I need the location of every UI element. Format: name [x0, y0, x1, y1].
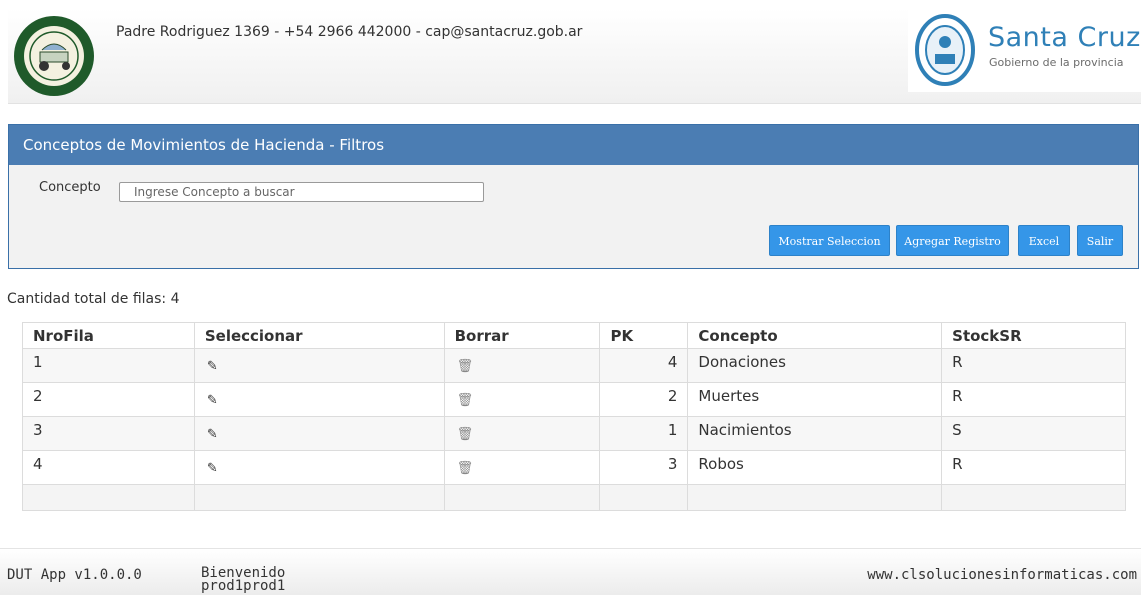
mostrar-seleccion-button[interactable]: Mostrar Seleccion	[769, 225, 890, 256]
edit-icon[interactable]: ✎	[207, 461, 218, 476]
cell-nrofila: 1	[22, 348, 195, 383]
column-header-concepto[interactable]: Concepto	[687, 322, 943, 349]
excel-button[interactable]: Excel	[1018, 225, 1070, 256]
concept-search-input[interactable]	[119, 182, 484, 202]
column-header-nrofila[interactable]: NroFila	[22, 322, 195, 349]
brand-subtitle: Gobierno de la provincia	[989, 56, 1124, 69]
table-header-row: NroFila Seleccionar Borrar PK Concepto S…	[22, 322, 1126, 349]
cell-borrar: 🗑	[443, 348, 601, 383]
cell-pk: 2	[599, 382, 689, 417]
welcome-user: Bienvenido prod1prod1	[201, 566, 286, 594]
cell-concepto: Muertes	[687, 382, 943, 417]
filters-panel: Conceptos de Movimientos de Hacienda - F…	[8, 124, 1139, 269]
cell-pk: 3	[599, 450, 689, 485]
cell-concepto: Nacimientos	[687, 416, 943, 451]
table-row: 3 ✎ 🗑 1 Nacimientos S	[22, 416, 1126, 451]
edit-icon[interactable]: ✎	[207, 359, 218, 374]
column-header-seleccionar[interactable]: Seleccionar	[193, 322, 445, 349]
santa-cruz-logo: Santa Cruz Gobierno de la provincia	[908, 8, 1141, 92]
concept-label: Concepto	[39, 180, 101, 195]
column-header-stocksr[interactable]: StockSR	[941, 322, 1126, 349]
cell-seleccionar: ✎	[193, 450, 445, 485]
column-header-pk[interactable]: PK	[599, 322, 689, 349]
cell-stocksr: R	[941, 450, 1126, 485]
agregar-registro-button[interactable]: Agregar Registro	[896, 225, 1009, 256]
cell-stocksr: R	[941, 348, 1126, 383]
trash-icon[interactable]: 🗑	[457, 393, 474, 408]
cell-concepto: Donaciones	[687, 348, 943, 383]
cell-pk: 4	[599, 348, 689, 383]
cell-seleccionar: ✎	[193, 348, 445, 383]
concepts-table: NroFila Seleccionar Borrar PK Concepto S…	[22, 322, 1126, 511]
cell-seleccionar: ✎	[193, 416, 445, 451]
user-name: prod1prod1	[201, 578, 286, 594]
page-footer: DUT App v1.0.0.0 Bienvenido prod1prod1 w…	[0, 548, 1141, 595]
cell-seleccionar: ✎	[193, 382, 445, 417]
cell-borrar: 🗑	[443, 450, 601, 485]
trash-icon[interactable]: 🗑	[457, 427, 474, 442]
cell-borrar: 🗑	[443, 416, 601, 451]
app-version: DUT App v1.0.0.0	[7, 567, 142, 583]
cell-stocksr: R	[941, 382, 1126, 417]
consejo-agrario-logo	[12, 14, 96, 98]
cell-borrar: 🗑	[443, 382, 601, 417]
province-shield-icon	[915, 14, 975, 86]
company-website-link[interactable]: www.clsolucionesinformaticas.com	[867, 567, 1137, 583]
column-header-borrar[interactable]: Borrar	[443, 322, 601, 349]
trash-icon[interactable]: 🗑	[457, 461, 474, 476]
edit-icon[interactable]: ✎	[207, 393, 218, 408]
panel-title: Conceptos de Movimientos de Hacienda - F…	[9, 125, 1138, 165]
brand-name: Santa Cruz	[988, 22, 1141, 53]
page-header: Padre Rodriguez 1369 - +54 2966 442000 -…	[8, 8, 1141, 104]
cell-nrofila: 4	[22, 450, 195, 485]
total-rows-count: Cantidad total de filas: 4	[7, 291, 180, 307]
table-row: 2 ✎ 🗑 2 Muertes R	[22, 382, 1126, 417]
cell-nrofila: 3	[22, 416, 195, 451]
salir-button[interactable]: Salir	[1077, 225, 1123, 256]
trash-icon[interactable]: 🗑	[457, 359, 474, 374]
table-empty-row	[22, 484, 1126, 511]
contact-info: Padre Rodriguez 1369 - +54 2966 442000 -…	[116, 24, 583, 40]
table-row: 4 ✎ 🗑 3 Robos R	[22, 450, 1126, 485]
cell-nrofila: 2	[22, 382, 195, 417]
cell-pk: 1	[599, 416, 689, 451]
cell-concepto: Robos	[687, 450, 943, 485]
table-row: 1 ✎ 🗑 4 Donaciones R	[22, 348, 1126, 383]
edit-icon[interactable]: ✎	[207, 427, 218, 442]
cell-stocksr: S	[941, 416, 1126, 451]
